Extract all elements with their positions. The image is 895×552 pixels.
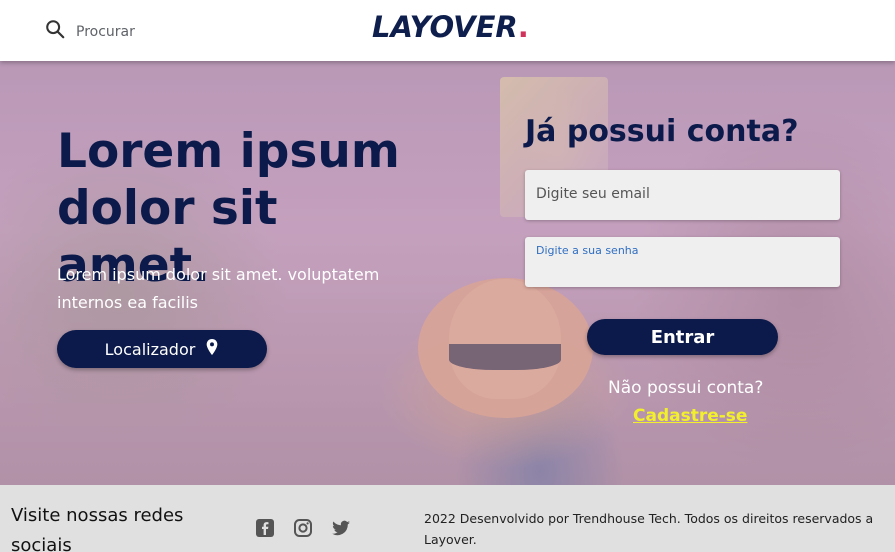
password-field[interactable]: Digite a sua senha <box>525 237 840 287</box>
social-icons <box>255 518 351 538</box>
search-input[interactable]: Procurar <box>76 24 135 40</box>
locator-button-label: Localizador <box>104 339 196 359</box>
footer: Visite nossas redes sociais 2022 Desenvo… <box>0 485 895 552</box>
locator-button[interactable]: Localizador <box>57 330 267 368</box>
instagram-icon[interactable] <box>293 518 313 538</box>
search-box[interactable]: Procurar <box>44 18 135 45</box>
hero-subtitle: Lorem ipsum dolor sit amet. voluptatem i… <box>57 265 380 312</box>
hero-section: Lorem ipsum dolor sit amet. Lorem ipsum … <box>0 61 895 485</box>
search-icon[interactable] <box>44 18 66 45</box>
password-label: Digite a sua senha <box>536 244 639 257</box>
top-header: Procurar LAYOVER. <box>0 0 895 61</box>
social-heading: Visite nossas redes sociais <box>11 505 184 552</box>
email-field[interactable]: Digite seu email <box>525 170 840 220</box>
twitter-icon[interactable] <box>331 518 351 538</box>
copyright-text: 2022 Desenvolvido por Trendhouse Tech. T… <box>424 511 874 547</box>
map-pin-icon <box>205 339 219 359</box>
login-title: Já possui conta? <box>525 114 799 149</box>
logo-text: LAYOVER <box>372 10 518 44</box>
signup-link[interactable]: Cadastre-se <box>633 406 747 426</box>
facebook-icon[interactable] <box>255 518 275 538</box>
logo-dot: . <box>517 10 529 44</box>
logo[interactable]: LAYOVER. <box>372 10 529 44</box>
no-account-text: Não possui conta? <box>608 378 764 398</box>
email-placeholder: Digite seu email <box>536 186 650 202</box>
enter-button[interactable]: Entrar <box>587 319 778 355</box>
